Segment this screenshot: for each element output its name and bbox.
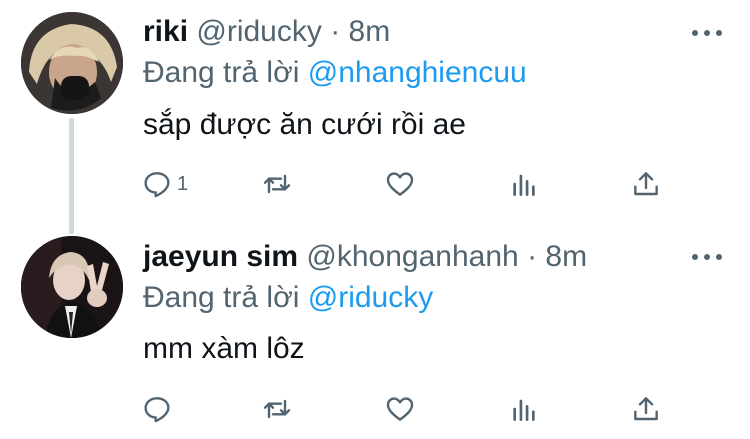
separator: · [330,15,341,48]
share-button[interactable] [630,164,662,204]
more-options-icon[interactable] [692,28,722,38]
tweet[interactable]: riki @riducky · 8m Đang trả lời @nhanghi… [0,0,750,225]
display-name[interactable]: riki [143,15,188,48]
tweet-text: sắp được ăn cưới rồi ae [143,108,466,141]
retweet-button[interactable] [261,164,297,204]
mention-link[interactable]: @riducky [308,281,433,314]
like-icon [386,397,414,421]
stats-icon [513,174,535,196]
like-icon [386,172,414,196]
reply-icon [144,172,170,198]
retweet-button[interactable] [261,389,297,429]
like-button[interactable] [384,164,420,204]
reply-count: 1 [177,172,189,195]
mention-link[interactable]: @nhanghiencuu [308,56,527,89]
reply-button[interactable]: 1 [141,164,188,204]
user-handle[interactable]: @riducky [196,15,321,48]
avatar-photo-icon [21,236,123,338]
analytics-button[interactable] [508,389,540,429]
like-button[interactable] [384,389,420,429]
share-icon [634,397,658,421]
avatar-photo-icon [21,12,123,114]
retweet-icon [263,399,291,419]
more-options-icon[interactable] [692,252,722,262]
tweet-actions [0,389,750,429]
tweet[interactable]: jaeyun sim @khonganhanh · 8m Đang trả lờ… [0,225,750,439]
replying-to-label: Đang trả lời [143,56,300,89]
tweet-header: riki @riducky · 8m [143,14,390,50]
retweet-icon [263,174,291,194]
share-icon [634,172,658,196]
replying-to: Đang trả lời @nhanghiencuu [143,55,527,91]
tweet-actions: 1 [0,164,750,204]
tweet-text: mm xàm lôz [143,332,305,365]
replying-to-label: Đang trả lời [143,281,300,314]
display-name[interactable]: jaeyun sim [143,240,298,273]
timestamp[interactable]: 8m [349,15,391,48]
stats-icon [513,399,535,421]
avatar[interactable] [21,12,123,114]
reply-button[interactable] [141,389,177,429]
user-handle[interactable]: @khonganhanh [306,240,518,273]
timestamp[interactable]: 8m [545,240,587,273]
tweet-header: jaeyun sim @khonganhanh · 8m [143,239,587,275]
replying-to: Đang trả lời @riducky [143,280,433,316]
analytics-button[interactable] [508,164,540,204]
avatar[interactable] [21,236,123,338]
separator: · [527,240,538,273]
share-button[interactable] [630,389,662,429]
reply-icon [144,397,170,423]
